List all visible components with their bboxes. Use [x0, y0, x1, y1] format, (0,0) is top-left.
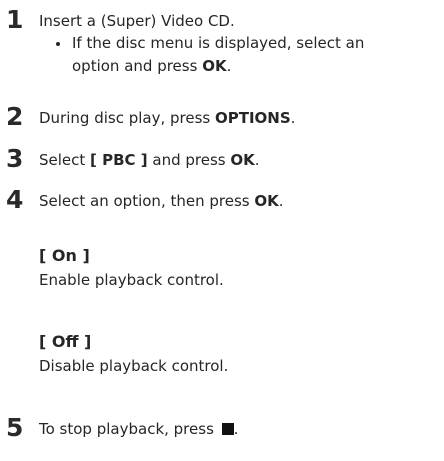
step-text: Select [ PBC ] and press OK.	[39, 151, 260, 170]
step-text: During disc play, press OPTIONS.	[39, 109, 295, 128]
stop-square-icon	[221, 423, 234, 435]
step-number: 1	[6, 5, 24, 34]
step-text: To stop playback, press .	[39, 420, 238, 439]
step-text: Insert a (Super) Video CD.	[39, 12, 235, 30]
step-text-before: During disc play, press	[39, 109, 215, 127]
step-text-before: Select	[39, 151, 91, 169]
option-title: [ Off ]	[39, 332, 92, 351]
step-text-after: .	[233, 420, 239, 438]
pbc-option-label: [ PBC ]	[90, 151, 148, 169]
step-text-after: .	[290, 109, 296, 127]
bullet-text-after: .	[226, 57, 232, 75]
ok-key-label: OK	[230, 151, 255, 169]
bullet-text: If the disc menu is displayed, select an…	[72, 32, 444, 78]
option-title: [ On ]	[39, 246, 90, 265]
bullet-line-2: option and press OK.	[72, 55, 444, 78]
step-number: 3	[6, 144, 24, 173]
options-key-label: OPTIONS	[215, 109, 291, 127]
option-on: [ On ] Enable playback control.	[39, 246, 224, 290]
bullet-dot-icon	[56, 42, 60, 46]
step-text-after: .	[278, 192, 284, 210]
manual-page: 1 Insert a (Super) Video CD. If the disc…	[0, 0, 444, 461]
step-text-before: Select an option, then press	[39, 192, 255, 210]
ok-key-label: OK	[202, 57, 227, 75]
step-text: Select an option, then press OK.	[39, 192, 284, 211]
step-number: 5	[6, 413, 24, 442]
bullet-text-before: option and press	[72, 57, 203, 75]
option-off: [ Off ] Disable playback control.	[39, 332, 228, 376]
step-number: 2	[6, 102, 24, 131]
option-description: Enable playback control.	[39, 271, 224, 289]
ok-key-label: OK	[254, 192, 279, 210]
step-text-before: To stop playback, press	[39, 420, 219, 438]
option-description: Disable playback control.	[39, 357, 229, 375]
step-text-after: .	[254, 151, 260, 169]
bullet-line-1: If the disc menu is displayed, select an	[72, 34, 365, 52]
step-text-mid: and press	[147, 151, 231, 169]
step-number: 4	[6, 185, 24, 214]
